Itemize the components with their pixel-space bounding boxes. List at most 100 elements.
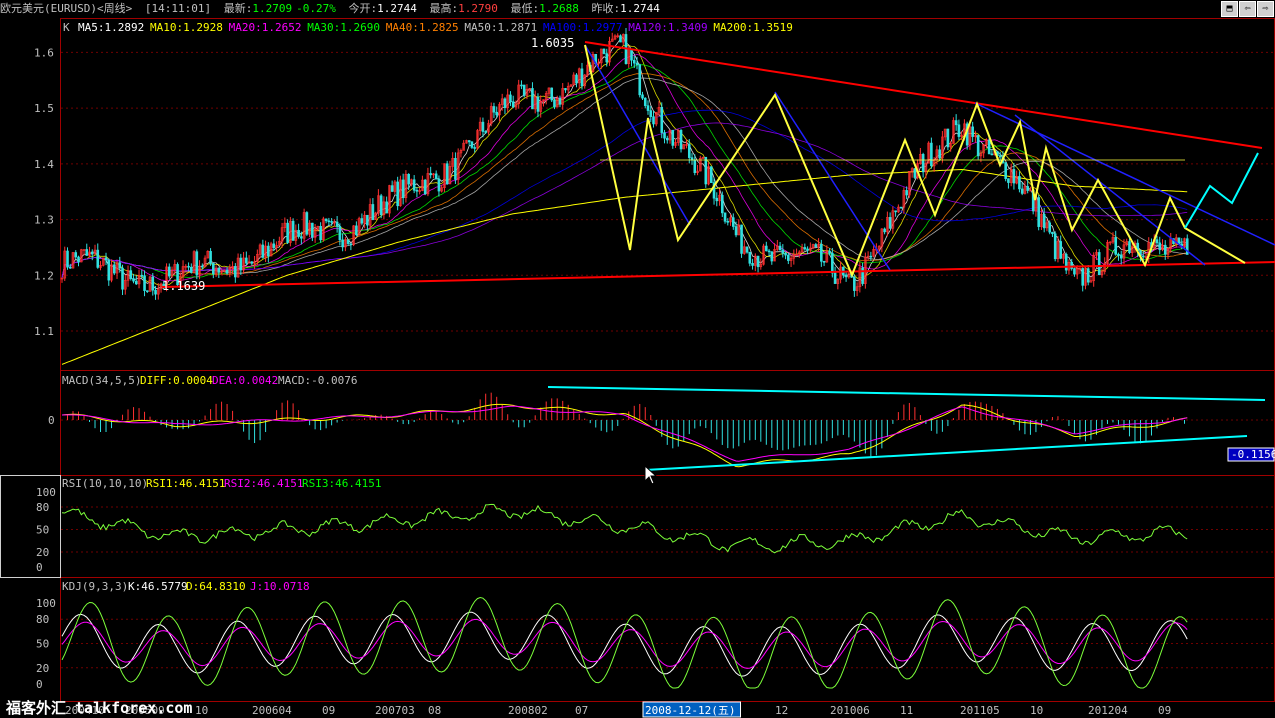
candle-body [121,267,124,290]
candle-body [217,267,221,273]
candle-body [346,239,350,244]
candle-body [360,218,364,224]
candle-body [112,264,116,274]
candle-body [311,222,314,238]
candle-body [467,140,471,143]
candle-body [740,224,743,254]
candle-body [68,266,72,269]
candle-body [341,239,344,248]
k-label: K [63,21,70,34]
candle-body [575,74,578,84]
candle-body [1141,255,1145,258]
kdj-j-value: J:10.0718 [250,580,310,593]
candle-body [641,94,644,99]
x-axis-label: 08 [428,704,441,717]
candle-body [660,107,664,133]
candle-body [239,257,243,271]
candle-body [1073,268,1076,275]
candle-body [643,97,647,106]
chart-canvas[interactable]: 1.11.21.31.41.51.6 1008050200 1008050200… [0,0,1275,718]
candle-body [723,212,727,222]
candle-body [784,253,787,256]
candle-body [1081,268,1085,286]
macd-diff: DIFF:0.0004 [140,374,213,387]
candle-body [338,226,342,241]
candle-body [492,106,496,113]
candle-body [550,87,554,101]
candle-body [751,263,754,266]
candle-body [580,68,584,87]
ma-line [61,53,1188,282]
price-tick-label: 1.2 [34,269,54,282]
candle-body [828,250,831,254]
candle-body [553,99,556,108]
candle-body [261,244,265,258]
macd-zero-tick: 0 [48,414,55,427]
candle-body [509,94,512,103]
kdj-tick-label: 50 [36,638,49,651]
ma-line [61,64,1188,279]
price-tick-label: 1.6 [34,46,54,59]
macd-upper-trendline [547,386,1266,401]
candle-body [470,141,474,148]
candle-body [234,266,237,278]
candle-body [1053,233,1057,260]
candle-body [423,179,427,195]
candle-body [319,225,322,241]
candle-body [118,262,122,269]
candle-body [327,220,331,223]
candle-body [765,245,768,252]
candle-body [286,222,289,243]
kdj-line [61,596,1188,689]
kdj-tick-label: 20 [36,662,49,675]
candle-body [531,88,534,110]
candle-body [564,88,567,91]
candle-body [300,236,303,239]
candle-body [66,250,69,268]
candle-body [195,251,199,276]
candle-body [335,221,339,227]
kdj-k-value: K:46.5779 [128,580,188,593]
x-axis-label: 200604 [252,704,292,717]
candle-body [899,206,903,209]
candle-body [140,274,144,277]
candle-body [869,255,873,258]
candle-body [1155,239,1159,244]
candle-body [894,210,897,213]
candle-body [748,251,752,264]
candle-body [781,249,785,254]
candle-body [401,179,405,199]
candle-body [412,179,416,191]
candle-body [1064,254,1068,271]
macd-dea-line [61,405,1188,462]
candle-body [770,251,774,262]
kdj-line [61,618,1188,669]
candle-body [1018,175,1021,190]
candle-body [820,243,823,262]
candle-body [990,153,994,156]
x-axis-label: 12 [775,704,788,717]
candle-body [272,243,276,248]
candle-body [445,163,449,185]
rsi-tick-label: 80 [36,501,49,514]
ma-line [61,73,1188,279]
x-axis-label: 07 [575,704,588,717]
candle-body [390,185,394,192]
candle-body [104,257,108,261]
candle-body [787,254,790,261]
macd-value-box-text: -0.1156 [1231,448,1275,461]
rsi2-value: RSI2:46.4151 [224,477,303,490]
x-axis-label: 200802 [508,704,548,717]
high-annotation: 1.6035 [531,36,574,50]
candle-body [1037,197,1040,227]
candle-body [861,267,864,284]
candle-body [679,130,683,150]
candle-body [1051,231,1054,235]
candle-body [187,265,190,268]
ma-legend-item: MA50:1.2871 [464,21,537,34]
kdj-line [61,611,1188,677]
candle-body [473,147,476,149]
macd-diff-line [61,403,1188,468]
candle-body [720,194,724,214]
candle-body [201,265,204,268]
